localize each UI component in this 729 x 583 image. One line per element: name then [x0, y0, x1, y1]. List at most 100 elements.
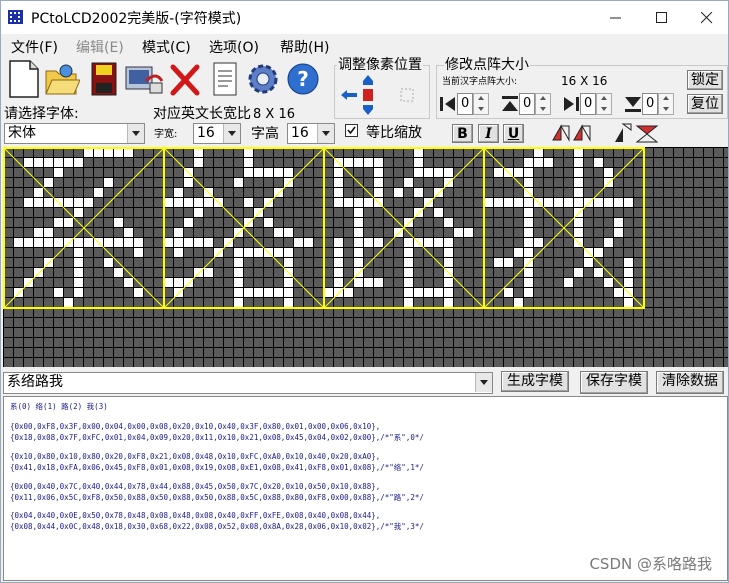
underline-button[interactable]: U [503, 124, 524, 143]
bold-button[interactable]: B [452, 124, 473, 143]
delete-button[interactable] [167, 59, 203, 99]
menu-bar: 文件(F) 编辑(E) 模式(C) 选项(O) 帮助(H) [1, 34, 728, 56]
dot-on [444, 168, 453, 177]
spin-right-value[interactable]: 0 [580, 93, 596, 115]
dot-on [234, 278, 243, 287]
expand-left-icon[interactable] [439, 95, 457, 113]
dot-on [244, 148, 253, 157]
dot-on [424, 288, 433, 297]
settings-button[interactable] [245, 59, 281, 99]
save-font-button[interactable]: 保存字模 [580, 371, 648, 394]
dot-on [34, 198, 43, 207]
maximize-icon [655, 11, 667, 23]
spin-top-stepper[interactable] [535, 93, 551, 115]
dot-on [94, 148, 103, 157]
close-button[interactable] [684, 1, 729, 34]
lock-button[interactable]: 锁定 [687, 70, 723, 90]
help-button[interactable]: ? [285, 59, 321, 99]
menu-file[interactable]: 文件(F) [11, 37, 58, 57]
dot-on [414, 158, 423, 167]
dot-on [64, 218, 73, 227]
dot-on [524, 168, 533, 177]
dot-on [164, 198, 173, 207]
proportional-checkbox[interactable] [345, 124, 358, 137]
dot-on [524, 288, 533, 297]
dot-on [264, 198, 273, 207]
dot-on [414, 148, 423, 157]
dot-on [44, 238, 53, 247]
spin-right-stepper[interactable] [596, 93, 612, 115]
generate-button[interactable]: 生成字模 [501, 371, 569, 392]
italic-button[interactable]: I [478, 124, 499, 143]
dot-matrix-canvas[interactable] [3, 147, 728, 367]
flip-vertical-icon[interactable] [611, 122, 659, 144]
width-select[interactable]: 16 [193, 123, 241, 144]
expand-top-icon[interactable] [501, 95, 519, 113]
chevron-down-icon [475, 373, 492, 392]
notepad-button[interactable] [208, 59, 244, 99]
dot-on [204, 198, 213, 207]
spin-left-stepper[interactable] [473, 93, 489, 115]
height-select[interactable]: 16 [287, 123, 335, 144]
expand-bottom-icon[interactable] [624, 95, 642, 113]
reset-button[interactable]: 复位 [687, 94, 723, 114]
options-button[interactable] [124, 59, 164, 99]
dot-on [174, 198, 183, 207]
title-bar: PCtoLCD2002完美版-(字符模式) [1, 1, 728, 34]
dot-on [544, 158, 553, 167]
dot-on [524, 248, 533, 257]
dot-on [624, 268, 633, 277]
font-select[interactable]: 宋体 [4, 123, 145, 144]
dot-on [244, 218, 253, 227]
expand-right-icon[interactable] [562, 95, 580, 113]
dot-on [354, 208, 363, 217]
flip-horizontal-icon[interactable] [550, 122, 596, 144]
dot-on [194, 158, 203, 167]
dot-on [114, 238, 123, 247]
window-title: PCtoLCD2002完美版-(字符模式) [31, 11, 242, 27]
spin-bottom-stepper[interactable] [658, 93, 674, 115]
dot-on [194, 268, 203, 277]
dot-on [514, 248, 523, 257]
dot-on [44, 158, 53, 167]
text-input[interactable]: 系络路我 [3, 372, 493, 394]
dot-on [534, 148, 543, 157]
dot-on [174, 228, 183, 237]
notepad-icon [213, 62, 237, 96]
dot-on [44, 228, 53, 237]
dot-on [584, 198, 593, 207]
dot-on [124, 278, 133, 287]
menu-mode[interactable]: 模式(C) [142, 37, 191, 57]
open-button[interactable] [44, 59, 81, 99]
chevron-down-icon [317, 124, 334, 143]
spin-bottom-value[interactable]: 0 [642, 93, 658, 115]
menu-options[interactable]: 选项(O) [209, 37, 259, 57]
maximize-button[interactable] [639, 1, 684, 34]
clear-data-button[interactable]: 清除数据 [656, 371, 724, 394]
new-file-button[interactable] [6, 59, 42, 99]
dot-on [504, 288, 513, 297]
dot-on [274, 288, 283, 297]
dot-on [534, 238, 543, 247]
dot-on [414, 168, 423, 177]
dot-on [324, 288, 333, 297]
menu-edit[interactable]: 编辑(E) [76, 37, 124, 57]
save-button[interactable] [86, 59, 122, 99]
dot-on [334, 258, 343, 267]
dot-on [274, 188, 283, 197]
minimize-button[interactable] [593, 1, 638, 34]
spin-top-value[interactable]: 0 [519, 93, 535, 115]
dot-on [414, 288, 423, 297]
spin-left-value[interactable]: 0 [457, 93, 473, 115]
dot-on [574, 218, 583, 227]
dot-on [284, 298, 293, 307]
dot-on [284, 228, 293, 237]
options-icon [125, 66, 164, 94]
dot-on [134, 238, 143, 247]
output-line: {0x00,0x40,0x7C,0x40,0x44,0x78,0x44,0x88… [10, 482, 381, 491]
dot-on [254, 288, 263, 297]
output-line: {0x18,0x08,0x7F,0xFC,0x01,0x04,0x09,0x20… [10, 433, 424, 442]
dot-on [104, 148, 113, 157]
menu-help[interactable]: 帮助(H) [280, 37, 329, 57]
dot-on [604, 168, 613, 177]
